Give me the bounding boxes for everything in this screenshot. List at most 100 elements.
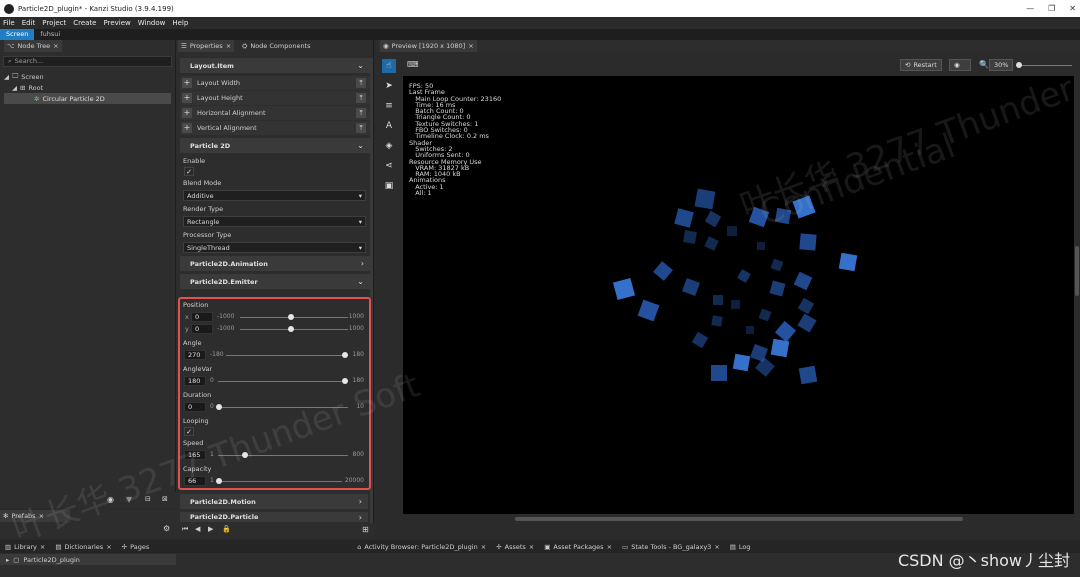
- next-icon[interactable]: ▶: [208, 525, 213, 533]
- search-input[interactable]: ⌕ Search...: [3, 56, 172, 67]
- upload-icon[interactable]: ⤒: [356, 78, 366, 88]
- tab-properties[interactable]: ☰ Properties ×: [178, 40, 235, 52]
- render-type-select[interactable]: Rectangle ▾: [183, 216, 366, 227]
- slider-track[interactable]: [226, 355, 348, 356]
- menu-preview[interactable]: Preview: [104, 17, 131, 29]
- enable-checkbox[interactable]: ✓: [184, 167, 194, 176]
- menu-help[interactable]: Help: [172, 17, 188, 29]
- menu-window[interactable]: Window: [138, 17, 166, 29]
- lock-icon[interactable]: 🔒: [222, 525, 231, 533]
- close-icon[interactable]: ×: [226, 42, 231, 50]
- select-icon[interactable]: ➤: [382, 79, 396, 93]
- tab-node-tree[interactable]: ⌥ Node Tree ×: [4, 40, 62, 52]
- zoom-value[interactable]: 30%: [989, 59, 1014, 71]
- tab-pages[interactable]: ✢ Pages: [117, 540, 155, 553]
- duration-value[interactable]: 0: [184, 402, 206, 412]
- preview-vscrollbar[interactable]: [1074, 56, 1080, 522]
- position-x-slider[interactable]: x 0 -1000 1000: [180, 311, 369, 323]
- upload-icon[interactable]: ⤒: [356, 108, 366, 118]
- plus-icon[interactable]: +: [182, 78, 192, 88]
- scroll-thumb[interactable]: [1075, 246, 1079, 296]
- tree-item-root[interactable]: ◢ ⊞ Root: [0, 82, 175, 93]
- plus-icon[interactable]: +: [182, 123, 192, 133]
- slider-track[interactable]: [218, 481, 342, 482]
- library-item[interactable]: ▸ ▢ Particle2D_plugin: [0, 554, 176, 565]
- slider-track[interactable]: [218, 381, 348, 382]
- close-icon[interactable]: ×: [106, 543, 111, 551]
- scroll-thumb[interactable]: [515, 517, 963, 521]
- layers-icon[interactable]: ◈: [382, 139, 396, 153]
- vertical-alignment-row[interactable]: + Vertical Alignment ⤒: [180, 121, 370, 135]
- interact-icon[interactable]: ☝: [382, 59, 396, 73]
- processor-type-select[interactable]: SingleThread ▾: [183, 242, 366, 253]
- tab-dictionaries[interactable]: ▤ Dictionaries ×: [50, 540, 116, 553]
- slider-knob[interactable]: [288, 326, 294, 332]
- tree-item-screen[interactable]: ◢ 🖵 Screen: [0, 71, 175, 82]
- section-layout-item[interactable]: Layout.Item ⌄: [180, 58, 370, 73]
- close-icon[interactable]: ×: [714, 543, 719, 551]
- preview-hscrollbar[interactable]: [403, 516, 1074, 522]
- position-y-slider[interactable]: y 0 -1000 1000: [180, 323, 369, 335]
- tab-log[interactable]: ▤ Log: [725, 540, 756, 553]
- first-icon[interactable]: ⏮: [182, 525, 188, 534]
- slider-knob[interactable]: [288, 314, 294, 320]
- minimize-button[interactable]: —: [1026, 4, 1034, 13]
- upload-icon[interactable]: ⤒: [356, 123, 366, 133]
- section-particle2d-animation[interactable]: Particle2D.Animation ›: [180, 256, 370, 271]
- position-y-value[interactable]: 0: [191, 324, 213, 334]
- slider-track[interactable]: [240, 317, 348, 318]
- layout-height-row[interactable]: + Layout Height ⤒: [180, 91, 370, 105]
- menu-create[interactable]: Create: [73, 17, 96, 29]
- menu-file[interactable]: File: [3, 17, 15, 29]
- zoom-slider-knob[interactable]: [1016, 62, 1022, 68]
- close-icon[interactable]: ×: [40, 543, 45, 551]
- tab-state-tools[interactable]: ▭ State Tools - BG_galaxy3 ×: [617, 540, 725, 553]
- tab-screen[interactable]: Screen: [0, 29, 35, 40]
- restart-button[interactable]: ⟲ Restart: [900, 59, 942, 71]
- tab-preview[interactable]: ◉ Preview [1920 x 1080] ×: [380, 40, 477, 52]
- prev-icon[interactable]: ◀: [195, 525, 200, 533]
- tab-activity-browser[interactable]: ⌂ Activity Browser: Particle2D_plugin ×: [352, 540, 491, 553]
- section-particle2d-emitter[interactable]: Particle2D.Emitter ⌄: [180, 274, 370, 289]
- layout-width-row[interactable]: + Layout Width ⤒: [180, 76, 370, 90]
- close-icon[interactable]: ×: [607, 543, 612, 551]
- close-button[interactable]: ✕: [1069, 4, 1076, 13]
- keyboard-icon[interactable]: ⌨: [407, 60, 419, 69]
- section-particle2d-motion[interactable]: Particle2D.Motion ›: [180, 494, 368, 509]
- section-particle2d-particle[interactable]: Particle2D.Particle ›: [180, 512, 368, 522]
- menu-project[interactable]: Project: [42, 17, 66, 29]
- tab-fuhsui[interactable]: fuhsui: [34, 29, 66, 40]
- plus-icon[interactable]: +: [182, 93, 192, 103]
- settings-icon[interactable]: ⚙: [163, 524, 170, 533]
- visibility-button[interactable]: ◉: [949, 59, 971, 71]
- text-icon[interactable]: A: [382, 119, 396, 133]
- tab-assets[interactable]: ✢ Assets ×: [491, 540, 539, 553]
- menu-icon[interactable]: ≡: [382, 99, 396, 113]
- section-particle-2d[interactable]: Particle 2D ⌄: [180, 138, 370, 153]
- add-property-icon[interactable]: ⊞: [362, 525, 369, 534]
- close-icon[interactable]: ×: [481, 543, 486, 551]
- position-x-value[interactable]: 0: [191, 312, 213, 322]
- share-icon[interactable]: ⋖: [382, 159, 396, 173]
- maximize-button[interactable]: ❐: [1048, 4, 1055, 13]
- anglevar-value[interactable]: 180: [184, 376, 206, 386]
- expand-icon[interactable]: ◢: [12, 84, 17, 92]
- looping-checkbox[interactable]: ✓: [184, 427, 194, 436]
- angle-value[interactable]: 270: [184, 350, 206, 360]
- slider-track[interactable]: [240, 329, 348, 330]
- slider-knob[interactable]: [342, 352, 348, 358]
- close-icon[interactable]: ×: [468, 42, 473, 50]
- menu-edit[interactable]: Edit: [22, 17, 36, 29]
- close-icon[interactable]: ×: [529, 543, 534, 551]
- tab-library[interactable]: ▥ Library ×: [0, 540, 50, 553]
- plus-icon[interactable]: +: [182, 108, 192, 118]
- blend-mode-select[interactable]: Additive ▾: [183, 190, 366, 201]
- tab-node-components[interactable]: ⛭ Node Components: [239, 40, 313, 52]
- tree-item-circular-particle[interactable]: ✲ Circular Particle 2D: [4, 93, 171, 104]
- close-icon[interactable]: ×: [53, 42, 58, 50]
- tab-asset-packages[interactable]: ▣ Asset Packages ×: [539, 540, 617, 553]
- camera-icon[interactable]: ▣: [382, 179, 396, 193]
- slider-knob[interactable]: [216, 404, 222, 410]
- angle-slider[interactable]: 270 -180 180: [180, 349, 369, 361]
- horizontal-alignment-row[interactable]: + Horizontal Alignment ⤒: [180, 106, 370, 120]
